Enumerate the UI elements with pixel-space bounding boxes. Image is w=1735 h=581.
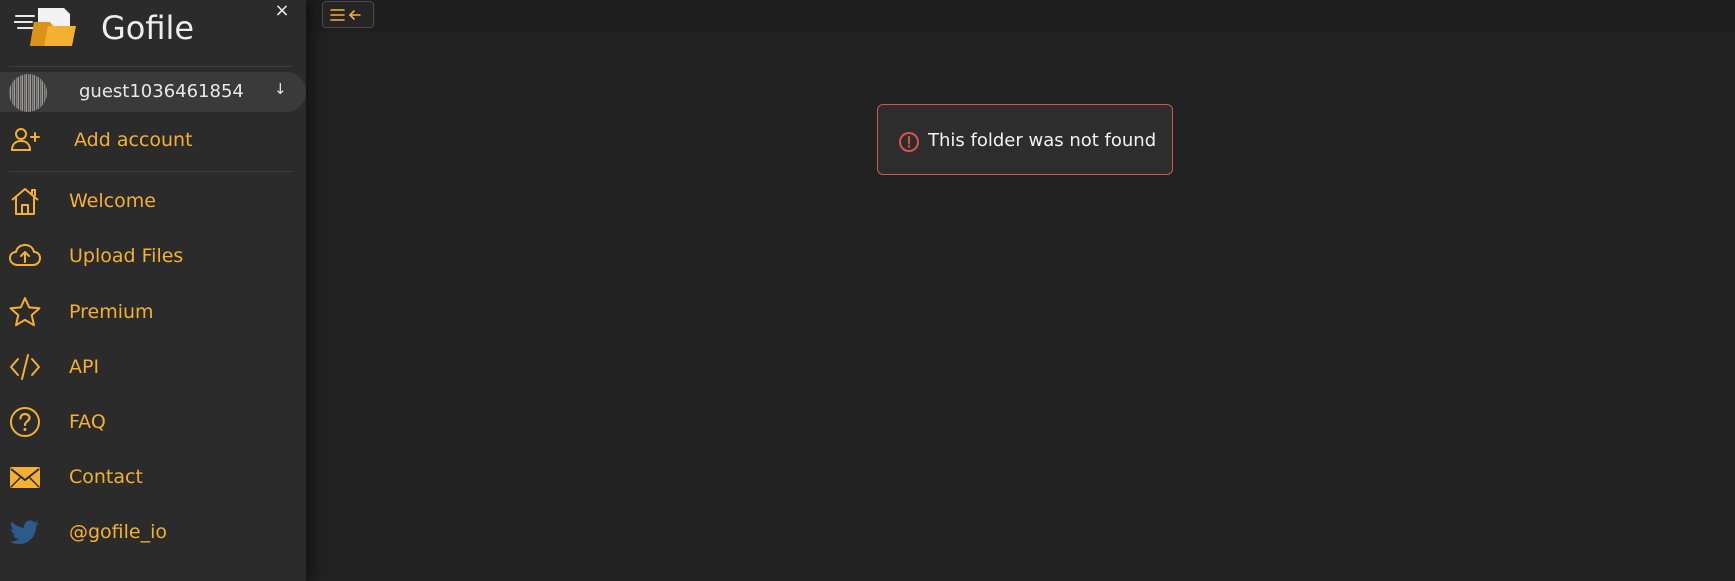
cloud-upload-icon [9,244,41,266]
nav-label: @gofile_io [69,521,168,543]
folder-not-found-alert: This folder was not found [877,104,1173,175]
nav-label: Premium [69,301,154,323]
menu-collapse-icon [330,9,361,21]
close-sidebar-button[interactable]: × [272,0,292,21]
nav-label: Welcome [69,190,156,212]
brand[interactable]: Gofile [8,0,298,60]
twitter-icon [9,520,40,545]
user-plus-icon [10,128,40,151]
nav-item-upload-files[interactable]: Upload Files [0,234,300,278]
nav-item-api[interactable]: API [0,345,300,389]
nav-item-contact[interactable]: Contact [0,455,300,499]
add-account-label: Add account [74,129,193,151]
arrow-down-icon: ↓ [274,80,287,98]
top-bar [306,0,1735,33]
nav-item-welcome[interactable]: Welcome [0,179,300,223]
avatar [9,74,47,112]
sidebar: Gofile × guest1036461854 ↓ Add account W… [0,0,306,581]
sidebar-toggle-button[interactable] [322,1,374,28]
star-icon [9,297,41,327]
nav-label: API [69,356,100,378]
divider [9,171,292,172]
account-switcher[interactable]: guest1036461854 ↓ [0,72,306,112]
nav-item-premium[interactable]: Premium [0,290,300,334]
exclamation-circle-icon [899,132,919,152]
divider [9,66,292,67]
brand-name: Gofile [101,9,195,47]
alert-message: This folder was not found [928,130,1157,151]
envelope-icon [10,467,40,488]
home-icon [11,188,39,215]
question-circle-icon [10,407,40,437]
nav-label: FAQ [69,411,106,433]
add-account-button[interactable]: Add account [0,118,300,162]
code-icon [10,354,40,380]
nav-label: Contact [69,466,143,488]
nav-item-faq[interactable]: FAQ [0,400,300,444]
gofile-logo-icon [14,8,76,46]
nav-label: Upload Files [69,245,184,267]
nav-item-twitter[interactable]: @gofile_io [0,510,300,554]
account-username: guest1036461854 [79,81,244,102]
